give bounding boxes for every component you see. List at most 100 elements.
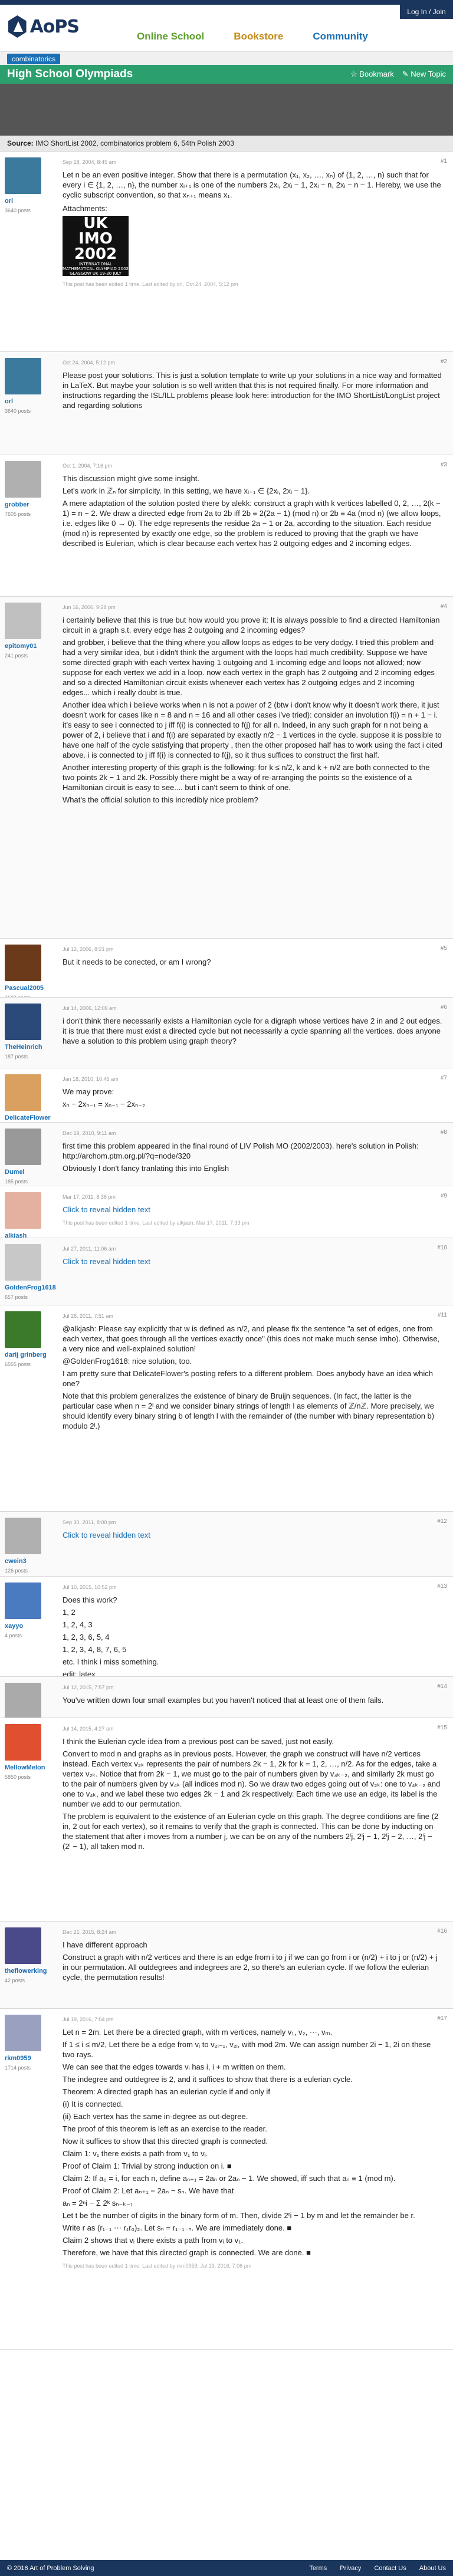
new-topic-button[interactable]: ✎ New Topic	[402, 70, 446, 79]
login-button[interactable]: Log In / Join	[400, 5, 453, 19]
post-number[interactable]: #3	[441, 460, 447, 470]
source-label: Source:	[7, 139, 34, 147]
username[interactable]: rkm0959	[5, 2055, 53, 2062]
post-paragraph: If 1 ≤ i ≤ m/2, Let there be a edge from…	[63, 2040, 431, 2059]
username[interactable]: grobber	[5, 501, 53, 508]
bookmark-label: Bookmark	[359, 70, 394, 78]
reveal-hidden-text-link[interactable]: Click to reveal hidden text	[63, 1205, 442, 1215]
post-number[interactable]: #5	[441, 943, 447, 953]
username[interactable]: alkjash	[5, 1232, 53, 1238]
user-post-count: 185 posts	[5, 1179, 28, 1185]
post-paragraph: Let t be the number of digits in the bin…	[63, 2211, 415, 2220]
post-number[interactable]: #7	[441, 1073, 447, 1083]
nav-online-school[interactable]: Online School	[137, 31, 204, 42]
post-content: Click to reveal hidden text	[63, 1530, 442, 1540]
post-date: Jul 12, 2015, 7:57 pm	[63, 1685, 114, 1690]
avatar[interactable]	[5, 358, 41, 394]
post-date: Sep 18, 2004, 8:45 am	[63, 159, 117, 165]
user-post-count: 7605 posts	[5, 511, 31, 517]
avatar[interactable]	[5, 461, 41, 498]
post-paragraph: Therefore, we have that this directed gr…	[63, 2248, 311, 2257]
user-post-count: 6555 posts	[5, 1361, 31, 1367]
post-number[interactable]: #15	[437, 1723, 447, 1733]
post-paragraph: This discussion might give some insight.	[63, 474, 199, 483]
avatar[interactable]	[5, 1074, 41, 1111]
avatar[interactable]	[5, 1583, 41, 1619]
username[interactable]: cwein3	[5, 1558, 53, 1565]
post-number[interactable]: #11	[438, 1310, 447, 1320]
footer-link-terms[interactable]: Terms	[309, 2565, 327, 2572]
avatar[interactable]	[5, 2015, 41, 2051]
reveal-hidden-text-link[interactable]: Click to reveal hidden text	[63, 1256, 442, 1266]
username[interactable]: orl	[5, 398, 53, 405]
username[interactable]: epitomy01	[5, 643, 53, 650]
post-number[interactable]: #10	[437, 1243, 447, 1253]
post-paragraph: xₙ − 2xₙ₋₁ = xₙ₋₁ − 2xₙ₋₂	[63, 1100, 146, 1108]
breadcrumb-combinatorics[interactable]: combinatorics	[7, 54, 61, 64]
avatar[interactable]	[5, 1004, 41, 1040]
post-number[interactable]: #1	[441, 156, 447, 166]
avatar[interactable]	[5, 1518, 41, 1554]
post-author: DelicateFlower89 posts	[0, 1068, 58, 1122]
username[interactable]: MellowMelon	[5, 1764, 53, 1771]
post-paragraph: (i) It is connected.	[63, 2100, 123, 2108]
username[interactable]: orl	[5, 198, 53, 205]
aops-logo[interactable]: AoPS	[8, 13, 80, 40]
avatar[interactable]	[5, 1244, 41, 1281]
username[interactable]: Dumel	[5, 1169, 53, 1176]
post-author: GoldenFrog1618 657 posts	[0, 1238, 58, 1305]
post-date: Jul 12, 2006, 8:21 pm	[63, 946, 114, 952]
bookmark-button[interactable]: ☆ Bookmark	[350, 70, 394, 79]
nav-community[interactable]: Community	[313, 31, 368, 42]
avatar[interactable]	[5, 1192, 41, 1229]
avatar[interactable]	[5, 945, 41, 981]
post-author: Dumel 185 posts	[0, 1123, 58, 1186]
footer-link-contact[interactable]: Contact Us	[374, 2565, 406, 2572]
username[interactable]: DelicateFlower	[5, 1114, 53, 1121]
avatar[interactable]	[5, 1683, 41, 1718]
post-number[interactable]: #14	[437, 1682, 447, 1692]
username[interactable]: GoldenFrog1618	[5, 1284, 56, 1291]
post: orl 3640 posts Sep 18, 2004, 8:45 am #1 Let …	[0, 152, 453, 352]
post-number[interactable]: #16	[437, 1926, 447, 1936]
avatar[interactable]	[5, 1724, 41, 1761]
post-number[interactable]: #2	[441, 357, 447, 367]
username[interactable]: theflowerking	[5, 1968, 53, 1975]
username[interactable]: darij grinberg	[5, 1351, 53, 1358]
post-paragraph: Theorem: A directed graph has an euleria…	[63, 2087, 270, 2096]
new-topic-label: New Topic	[411, 70, 446, 78]
avatar[interactable]	[5, 603, 41, 639]
username[interactable]: Pascual2005	[5, 985, 53, 992]
avatar[interactable]	[5, 1129, 41, 1165]
username[interactable]: xayyo	[5, 1623, 53, 1630]
footer-link-about[interactable]: About Us	[419, 2565, 446, 2572]
username[interactable]: TheHeinrich	[5, 1044, 53, 1051]
post-body: Oct 1, 2004, 7:16 pm #3 This discussion mi…	[58, 455, 453, 596]
post-paragraph: Proof of Claim 2: Let aₙ₊₁ = 2aₙ − sₙ. W…	[63, 2186, 234, 2195]
post-date: Oct 1, 2004, 7:16 pm	[63, 463, 113, 469]
post-content: I have different approach Construct a gra…	[63, 1940, 442, 1982]
avatar[interactable]	[5, 157, 41, 194]
post-number[interactable]: #4	[441, 601, 447, 611]
user-post-count: 3640 posts	[5, 408, 31, 414]
post-date: Jul 14, 2015, 4:27 am	[63, 1726, 114, 1732]
post-number[interactable]: #13	[437, 1581, 447, 1591]
post-content: We may prove: xₙ − 2xₙ₋₁ = xₙ₋₁ − 2xₙ₋₂	[63, 1087, 442, 1109]
post: orl 3640 posts Oct 24, 2004, 5:12 pm #2 Plea…	[0, 352, 453, 455]
attachment-image[interactable]: UK IMO 2002 INTERNATIONAL MATHEMATICAL OLYM…	[63, 216, 129, 276]
reveal-hidden-text-link[interactable]: Click to reveal hidden text	[63, 1530, 442, 1540]
post-date: Oct 24, 2004, 5:12 pm	[63, 360, 116, 366]
post-number[interactable]: #6	[441, 1002, 447, 1012]
nav-bookstore[interactable]: Bookstore	[234, 31, 283, 42]
avatar[interactable]	[5, 1927, 41, 1964]
post-date: Mar 17, 2011, 8:36 pm	[63, 1194, 116, 1200]
post-number[interactable]: #17	[437, 2014, 447, 2024]
post-author: darij grinberg 6555 posts	[0, 1305, 58, 1511]
post-number[interactable]: #12	[437, 1516, 447, 1526]
post-number[interactable]: #8	[441, 1127, 447, 1137]
post-content: Click to reveal hidden text	[63, 1205, 442, 1215]
avatar[interactable]	[5, 1311, 41, 1348]
post-paragraph: Now it suffices to show that this direct…	[63, 2137, 268, 2146]
footer-link-privacy[interactable]: Privacy	[340, 2565, 361, 2572]
post-number[interactable]: #9	[441, 1191, 447, 1201]
